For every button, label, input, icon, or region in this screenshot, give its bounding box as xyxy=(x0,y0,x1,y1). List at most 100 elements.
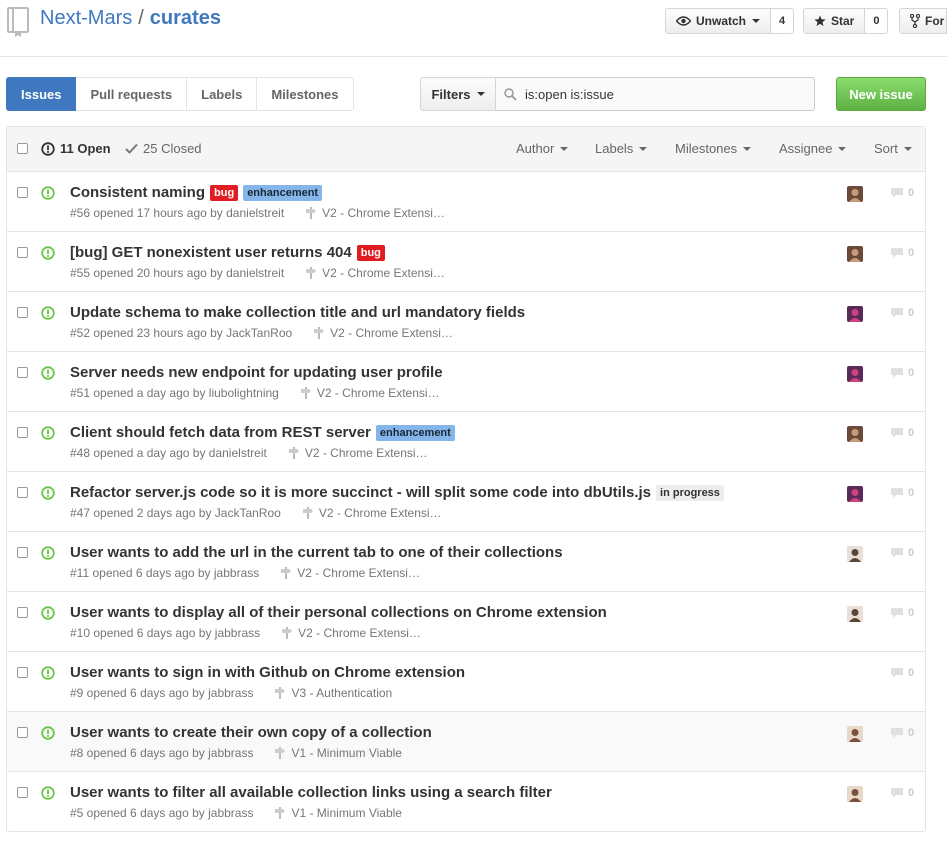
issue-label[interactable]: enhancement xyxy=(375,424,455,441)
watch-count[interactable]: 4 xyxy=(771,8,795,34)
issue-label[interactable]: in progress xyxy=(656,484,724,501)
issue-label[interactable]: bug xyxy=(356,244,385,261)
issue-comments[interactable]: 0 xyxy=(890,367,914,379)
filters-button[interactable]: Filters xyxy=(420,77,496,111)
issue-title-link[interactable]: [bug] GET nonexistent user returns 404 xyxy=(70,244,352,261)
issue-row[interactable]: Consistent naming bug enhancement #56 open… xyxy=(7,172,925,232)
issue-checkbox[interactable] xyxy=(17,427,28,438)
issue-checkbox[interactable] xyxy=(17,247,28,258)
issues-subnav: Issues Pull requests Labels Milestones xyxy=(6,77,354,111)
assignee-avatar[interactable] xyxy=(847,726,863,742)
issue-title-link[interactable]: Client should fetch data from REST serve… xyxy=(70,424,371,441)
assignee-avatar[interactable] xyxy=(847,246,863,262)
issue-meta: #52 opened 23 hours ago by JackTanRoo V2… xyxy=(70,326,453,340)
sort-filter[interactable]: Sort xyxy=(874,141,912,156)
assignee-avatar[interactable] xyxy=(847,426,863,442)
repo-owner-link[interactable]: Next-Mars xyxy=(40,7,132,29)
star-count[interactable]: 0 xyxy=(865,8,889,34)
labels-filter[interactable]: Labels xyxy=(595,141,648,156)
issue-milestone[interactable]: V2 - Chrome Extensi… xyxy=(300,386,440,400)
issue-comments[interactable]: 0 xyxy=(890,187,914,199)
issue-checkbox[interactable] xyxy=(17,607,28,618)
closed-issues-filter[interactable]: 25 Closed xyxy=(125,141,202,156)
issue-row[interactable]: Update schema to make collection title a… xyxy=(7,292,925,352)
issue-comments[interactable]: 0 xyxy=(890,547,914,559)
issue-milestone[interactable]: V2 - Chrome Extensi… xyxy=(314,326,453,340)
assignee-avatar[interactable] xyxy=(847,486,863,502)
issue-row[interactable]: User wants to sign in with Github on Chr… xyxy=(7,652,925,712)
open-issues-filter[interactable]: 11 Open xyxy=(41,141,111,156)
issue-title-link[interactable]: Update schema to make collection title a… xyxy=(70,304,525,321)
issue-title-link[interactable]: Refactor server.js code so it is more su… xyxy=(70,484,651,501)
star-button[interactable]: Star xyxy=(803,8,866,34)
issue-label[interactable]: enhancement xyxy=(243,184,323,201)
search-input[interactable] xyxy=(525,86,805,102)
issue-label[interactable]: bug xyxy=(210,184,239,201)
issue-title-link[interactable]: User wants to filter all available colle… xyxy=(70,784,552,801)
issue-comments[interactable]: 0 xyxy=(890,247,914,259)
issue-checkbox[interactable] xyxy=(17,307,28,318)
issue-milestone-label: V1 - Minimum Viable xyxy=(291,746,402,760)
fork-button[interactable]: For xyxy=(899,8,947,34)
unwatch-button[interactable]: Unwatch xyxy=(665,8,772,34)
issue-comments[interactable]: 0 xyxy=(890,607,914,619)
issue-row[interactable]: User wants to create their own copy of a… xyxy=(7,712,925,772)
select-all-checkbox[interactable] xyxy=(17,143,28,154)
issue-title-link[interactable]: User wants to sign in with Github on Chr… xyxy=(70,664,465,681)
issue-milestone[interactable]: V1 - Minimum Viable xyxy=(275,806,402,820)
author-filter[interactable]: Author xyxy=(516,141,569,156)
issue-title-link[interactable]: User wants to display all of their perso… xyxy=(70,604,607,621)
issue-title-link[interactable]: User wants to add the url in the current… xyxy=(70,544,563,561)
issue-row[interactable]: Server needs new endpoint for updating u… xyxy=(7,352,925,412)
issue-title-link[interactable]: Server needs new endpoint for updating u… xyxy=(70,364,443,381)
issue-milestone[interactable]: V2 - Chrome Extensi… xyxy=(288,446,428,460)
issue-comments[interactable]: 0 xyxy=(890,307,914,319)
issue-comments[interactable]: 0 xyxy=(890,727,914,739)
issue-row[interactable]: Client should fetch data from REST serve… xyxy=(7,412,925,472)
tab-milestones[interactable]: Milestones xyxy=(257,77,354,111)
issue-checkbox[interactable] xyxy=(17,727,28,738)
milestones-filter[interactable]: Milestones xyxy=(675,141,752,156)
tab-issues[interactable]: Issues xyxy=(6,77,77,111)
assignee-avatar[interactable] xyxy=(847,786,863,802)
comment-count: 0 xyxy=(908,787,915,799)
tab-labels[interactable]: Labels xyxy=(187,77,258,111)
issue-checkbox[interactable] xyxy=(17,187,28,198)
issue-checkbox[interactable] xyxy=(17,487,28,498)
issue-milestone[interactable]: V2 - Chrome Extensi… xyxy=(306,266,445,280)
assignee-avatar[interactable] xyxy=(847,606,863,622)
issue-milestone[interactable]: V1 - Minimum Viable xyxy=(275,746,402,760)
issue-milestone[interactable]: V2 - Chrome Extensi… xyxy=(282,626,421,640)
issue-row[interactable]: [bug] GET nonexistent user returns 404 bu… xyxy=(7,232,925,292)
issue-open-icon xyxy=(41,141,55,156)
assignee-avatar[interactable] xyxy=(847,366,863,382)
issue-row[interactable]: User wants to display all of their perso… xyxy=(7,592,925,652)
issue-milestone[interactable]: V2 - Chrome Extensi… xyxy=(281,566,420,580)
issue-comments[interactable]: 0 xyxy=(890,427,914,439)
assignee-avatar[interactable] xyxy=(847,546,863,562)
comment-count: 0 xyxy=(908,667,915,679)
issue-row[interactable]: User wants to add the url in the current… xyxy=(7,532,925,592)
issue-milestone[interactable]: V2 - Chrome Extensi… xyxy=(306,206,445,220)
issue-row[interactable]: Refactor server.js code so it is more su… xyxy=(7,472,925,532)
repo-name-link[interactable]: curates xyxy=(150,7,221,29)
issue-comments[interactable]: 0 xyxy=(890,487,914,499)
issue-milestone-label: V2 - Chrome Extensi… xyxy=(297,566,420,580)
tab-pull-requests[interactable]: Pull requests xyxy=(76,77,188,111)
issue-row[interactable]: User wants to filter all available colle… xyxy=(7,772,925,832)
issue-checkbox[interactable] xyxy=(17,667,28,678)
issue-comments[interactable]: 0 xyxy=(890,787,914,799)
issue-title-link[interactable]: User wants to create their own copy of a… xyxy=(70,724,432,741)
assignee-filter[interactable]: Assignee xyxy=(779,141,847,156)
assignee-avatar[interactable] xyxy=(847,306,863,322)
assignee-avatar[interactable] xyxy=(847,186,863,202)
issue-milestone[interactable]: V3 - Authentication xyxy=(275,686,392,700)
issue-title-link[interactable]: Consistent naming xyxy=(70,184,205,201)
issue-checkbox[interactable] xyxy=(17,787,28,798)
new-issue-button[interactable]: New issue xyxy=(836,77,926,111)
issue-checkbox[interactable] xyxy=(17,367,28,378)
issue-comments[interactable]: 0 xyxy=(890,667,914,679)
issue-checkbox[interactable] xyxy=(17,547,28,558)
issue-milestone[interactable]: V2 - Chrome Extensi… xyxy=(302,506,442,520)
milestone-icon xyxy=(288,447,299,459)
